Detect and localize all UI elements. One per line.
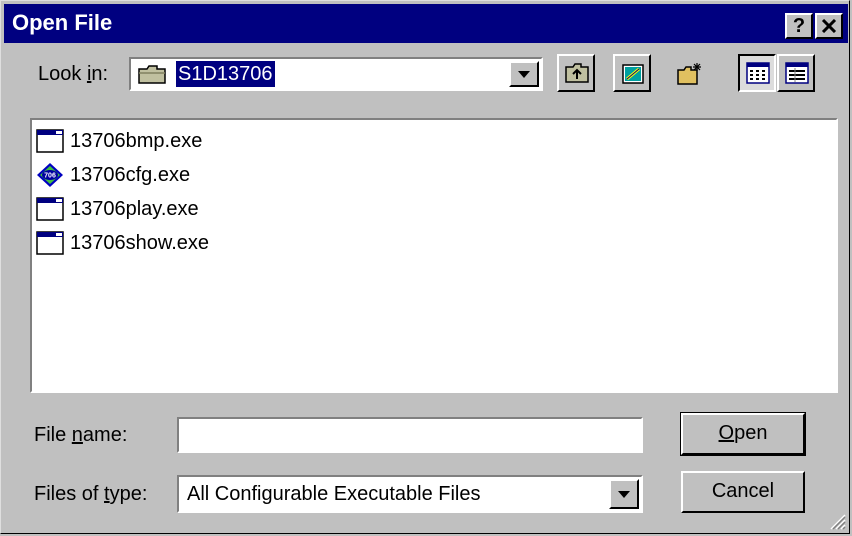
look-in-label: Look in: — [38, 63, 109, 85]
app-window-icon — [36, 129, 64, 153]
app-window-icon — [36, 197, 64, 221]
file-type-select[interactable]: All Configurable Executable Files — [177, 475, 643, 513]
up-one-level-button[interactable] — [557, 54, 595, 92]
file-name-input[interactable] — [177, 417, 643, 453]
cancel-button[interactable]: Cancel — [681, 471, 805, 513]
file-list[interactable]: 13706bmp.exe 706 13706cfg.exe 13706play.… — [30, 118, 838, 393]
look-in-combo[interactable]: S1D13706 — [129, 57, 543, 91]
new-folder-icon — [677, 63, 701, 85]
title-bar[interactable]: Open File ? — [4, 4, 848, 43]
file-type-dropdown-button[interactable] — [609, 479, 639, 509]
svg-text:706: 706 — [44, 173, 56, 180]
file-name: 13706bmp.exe — [70, 130, 203, 152]
desktop-button[interactable] — [613, 54, 651, 92]
list-view-icon — [746, 62, 770, 84]
file-name: 13706cfg.exe — [70, 164, 191, 186]
create-new-folder-button[interactable] — [669, 54, 707, 92]
close-button[interactable] — [815, 13, 843, 39]
open-file-dialog: Open File ? Look in: S1D13706 13706bmp.e… — [0, 0, 850, 534]
list-view-button[interactable] — [738, 54, 776, 92]
file-name-label: File name: — [34, 424, 128, 446]
config-app-icon: 706 — [37, 163, 63, 187]
desktop-icon — [622, 64, 644, 84]
file-type-label: Files of type: — [34, 483, 148, 505]
file-name: 13706show.exe — [70, 232, 210, 254]
resize-grip-icon[interactable] — [828, 512, 846, 530]
details-view-icon — [785, 62, 809, 84]
file-name: 13706play.exe — [70, 198, 199, 220]
up-folder-icon — [565, 63, 589, 83]
open-button[interactable]: Open — [680, 412, 806, 456]
file-type-value: All Configurable Executable Files — [187, 483, 481, 505]
look-in-dropdown-button[interactable] — [509, 61, 539, 87]
folder-icon — [138, 65, 166, 84]
help-button[interactable]: ? — [785, 13, 813, 39]
look-in-value: S1D13706 — [176, 61, 275, 87]
window-title: Open File — [12, 10, 113, 35]
close-icon — [821, 18, 837, 34]
app-window-icon — [36, 231, 64, 255]
details-view-button[interactable] — [777, 54, 815, 92]
